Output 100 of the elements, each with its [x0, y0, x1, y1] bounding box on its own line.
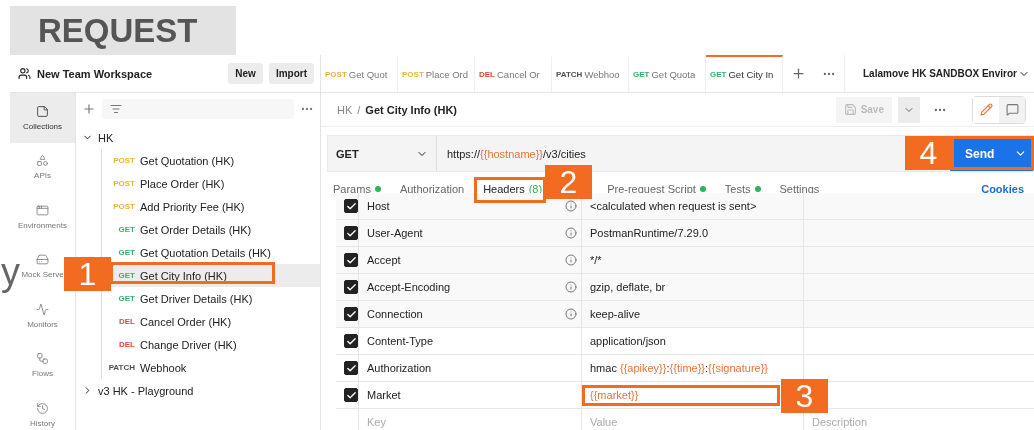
tab-title: Get Quot — [348, 69, 388, 80]
environment-select[interactable]: Lalamove HK SANDBOX Enviror — [844, 55, 1034, 92]
request-tab[interactable]: POST Place Ord — [398, 55, 475, 92]
variable-text: {{apikey}} — [619, 362, 667, 374]
method-label: DEL — [119, 317, 135, 326]
value-text: */* — [590, 254, 602, 266]
request-name: Get City Info (HK) — [140, 269, 227, 282]
method-label: GET — [710, 70, 727, 79]
folder-row[interactable]: HK — [82, 126, 320, 149]
info-icon[interactable] — [565, 308, 577, 320]
save-caret[interactable] — [898, 96, 920, 123]
header-key: Accept-Encoding — [367, 281, 451, 293]
tab-title: Place Ord — [425, 69, 469, 80]
request-tab[interactable]: GET Get City In — [706, 55, 783, 92]
info-icon[interactable] — [565, 200, 577, 212]
value-text: application/json — [590, 335, 666, 347]
history-icon — [36, 401, 49, 415]
sidebar-item[interactable]: APIs — [34, 142, 51, 192]
sidebar-label: Collections — [22, 121, 63, 131]
header-key: User-Agent — [367, 227, 423, 239]
request-item[interactable]: PATCH Webhook — [108, 356, 320, 379]
section-tab[interactable]: Params — [333, 183, 381, 195]
filter-icon — [110, 103, 122, 115]
value-text: <calculated when request is sent> — [590, 200, 757, 212]
checkbox[interactable] — [344, 199, 358, 213]
users-icon — [18, 67, 31, 80]
section-tab[interactable]: Pre-request Script — [607, 183, 706, 195]
sidebar-item[interactable]: Flows — [32, 340, 53, 390]
checkbox[interactable] — [344, 253, 358, 267]
method-label: DEL — [119, 340, 135, 349]
value-text: PostmanRuntime/7.29.0 — [590, 227, 708, 239]
method-label: POST — [325, 70, 347, 79]
tab-title: Webhoo — [584, 69, 620, 80]
request-title: Get City Info (HK) — [365, 103, 458, 116]
folder-row[interactable]: v3 HK - Playground — [82, 379, 320, 402]
header-key: Market — [367, 389, 401, 401]
value-text: : — [705, 362, 709, 374]
checkbox[interactable] — [344, 388, 358, 402]
sidebar-item[interactable]: Collections — [10, 93, 75, 143]
comment-icon[interactable] — [999, 96, 1025, 123]
sidebar-label: Mock Serve — [21, 270, 64, 280]
breadcrumb-link[interactable]: HK — [337, 103, 353, 116]
sidebar-label: APIs — [34, 171, 51, 181]
info-icon[interactable] — [565, 227, 577, 239]
sidebar-label: Environments — [18, 220, 67, 230]
request-item[interactable]: DEL Cancel Order (HK) — [108, 310, 320, 333]
note-icon — [36, 104, 49, 118]
checkbox[interactable] — [344, 226, 358, 240]
request-item[interactable]: GET Get Order Details (HK) — [108, 218, 320, 241]
sidebar-item[interactable]: Monitors — [27, 291, 58, 341]
method-label: PATCH — [108, 363, 135, 372]
save-icon — [843, 103, 857, 116]
method-label: POST — [402, 70, 424, 79]
header-key: Host — [367, 200, 390, 212]
add-icon[interactable] — [82, 102, 96, 116]
step-number: 2 — [545, 165, 592, 199]
request-item[interactable]: POST Add Priority Fee (HK) — [108, 195, 320, 218]
variable-text: {{time}} — [669, 362, 705, 374]
method-label: GET — [118, 248, 135, 257]
checkbox[interactable] — [344, 280, 358, 294]
request-name: Get Order Details (HK) — [140, 223, 252, 236]
value-text: keep-alive — [590, 308, 641, 320]
folder-name: HK — [98, 131, 114, 144]
header-key: Accept — [367, 254, 401, 266]
sidebar-item[interactable]: Mock Serve — [21, 241, 64, 291]
request-tab[interactable]: GET Get Quota — [629, 55, 706, 92]
info-icon[interactable] — [565, 254, 577, 266]
info-icon[interactable] — [565, 281, 577, 293]
sidebar-label: Flows — [32, 369, 53, 379]
method-label: GET — [118, 225, 135, 234]
request-tab[interactable]: PATCH Webhoo — [552, 55, 629, 92]
request-item[interactable]: DEL Change Driver (HK) — [108, 333, 320, 356]
method-label: DEL — [479, 70, 495, 79]
checkbox[interactable] — [344, 361, 358, 375]
request-item[interactable]: POST Get Quotation (HK) — [108, 149, 320, 172]
request-tab[interactable]: DEL Cancel Or — [475, 55, 552, 92]
method-label: POST — [113, 179, 135, 188]
value-text: hmac — [590, 362, 618, 374]
request-name: Get Quotation Details (HK) — [140, 246, 271, 259]
section-tab[interactable]: Authorization — [399, 183, 465, 195]
new-button[interactable]: New — [228, 63, 263, 84]
drive-icon — [36, 253, 49, 267]
sidebar-item[interactable]: Environments — [18, 192, 67, 242]
request-item[interactable]: POST Place Order (HK) — [108, 172, 320, 195]
section-tab[interactable]: Settings — [779, 183, 820, 195]
request-name: Cancel Order (HK) — [140, 315, 232, 328]
import-button[interactable]: Import — [268, 63, 314, 84]
request-tab[interactable]: POST Get Quot — [321, 55, 398, 92]
checkbox[interactable] — [344, 334, 358, 348]
cookies-link[interactable]: Cookies — [981, 183, 1024, 195]
banner-title: REQUEST — [10, 6, 236, 55]
request-item[interactable]: GET Get Driver Details (HK) — [108, 287, 320, 310]
highlight-outline — [474, 177, 546, 203]
workspace-name[interactable]: New Team Workspace — [37, 67, 223, 80]
sidebar-item[interactable]: History — [30, 390, 55, 430]
filter-field[interactable] — [102, 99, 294, 119]
section-tab[interactable]: Tests — [724, 183, 761, 195]
checkbox[interactable] — [344, 307, 358, 321]
header-key: Authorization — [367, 362, 432, 374]
request-item[interactable]: GET Get Quotation Details (HK) — [108, 241, 320, 264]
